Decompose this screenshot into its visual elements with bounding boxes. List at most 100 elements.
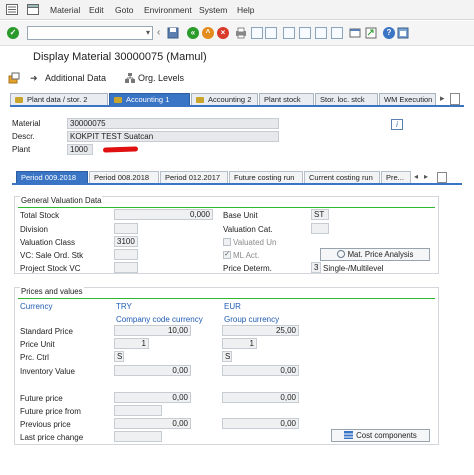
tab-underline	[10, 105, 464, 107]
standard-price-eur-field[interactable]: 25,00	[222, 325, 299, 336]
inventory-value-eur-field[interactable]: 0,00	[222, 365, 299, 376]
print-icon[interactable]	[235, 27, 247, 39]
future-price-from-field[interactable]	[114, 405, 162, 416]
magnifier-icon	[336, 250, 345, 258]
inventory-value-try-field[interactable]: 0,00	[114, 365, 191, 376]
currency-label: Currency	[20, 302, 53, 311]
price-unit-eur-field[interactable]: 1	[222, 338, 257, 349]
info-icon[interactable]: i	[391, 119, 403, 130]
group-currency-label: Group currency	[224, 315, 280, 324]
price-determination-field[interactable]: 3	[311, 262, 321, 273]
ml-act-checkbox[interactable]: ✓	[223, 251, 231, 259]
group-title-line	[18, 207, 435, 208]
plant-field[interactable]: 1000	[67, 144, 93, 155]
future-price-from-label: Future price from	[20, 407, 81, 416]
price-control-try-field[interactable]: S	[114, 351, 124, 362]
company-code-currency-label: Company code currency	[116, 315, 203, 324]
price-determination-text: Single-/Multilevel	[323, 264, 384, 273]
total-stock-field[interactable]: 0,000	[114, 209, 213, 220]
valuated-un-checkbox[interactable]	[223, 238, 231, 246]
price-unit-try-field[interactable]: 1	[114, 338, 149, 349]
arrow-right-icon[interactable]: ➜	[30, 73, 42, 85]
cancel-icon[interactable]: ×	[217, 27, 229, 39]
window-menu-icon[interactable]	[27, 4, 39, 15]
tab-icon	[196, 97, 204, 103]
application-toolbar: ➜ Additional Data Org. Levels	[0, 66, 474, 90]
last-page-icon[interactable]	[331, 27, 343, 39]
last-price-change-label: Last price change	[20, 433, 84, 442]
price-control-label: Prc. Ctrl	[20, 353, 49, 362]
subtab-list-icon[interactable]	[437, 172, 447, 183]
command-field[interactable]: ▾	[27, 26, 153, 40]
price-determination-label: Price Determ.	[223, 264, 272, 273]
price-control-eur-field[interactable]: S	[222, 351, 232, 362]
cost-components-button[interactable]: Cost components	[331, 429, 430, 442]
tab-scroll-right-icon[interactable]: ▸	[440, 93, 445, 104]
tab-list-icon[interactable]	[450, 93, 460, 105]
price-unit-label: Price Unit	[20, 340, 55, 349]
previous-price-try-field[interactable]: 0,00	[114, 418, 191, 429]
last-price-change-field[interactable]	[114, 431, 162, 442]
previous-price-label: Previous price	[20, 420, 71, 429]
division-field[interactable]	[114, 223, 138, 234]
sap-menu-icon[interactable]	[6, 4, 18, 15]
group-title-line	[18, 298, 435, 299]
project-stock-vc-field[interactable]	[114, 262, 138, 273]
menu-help[interactable]: Help	[237, 5, 254, 15]
other-material-icon[interactable]	[8, 72, 20, 84]
vc-sales-order-stock-field[interactable]	[114, 249, 138, 260]
subtab-scroll-right-icon[interactable]: ▸	[424, 172, 428, 181]
redaction-mark	[102, 146, 139, 153]
inventory-value-label: Inventory Value	[20, 367, 75, 376]
general-valuation-group: General Valuation Data	[14, 196, 439, 274]
find-next-icon[interactable]	[265, 27, 277, 39]
menu-goto[interactable]: Goto	[115, 5, 133, 15]
find-icon[interactable]	[251, 27, 263, 39]
valuation-category-field[interactable]	[311, 223, 329, 234]
exit-icon[interactable]: ^	[202, 27, 214, 39]
menu-system[interactable]: System	[199, 5, 227, 15]
previous-price-eur-field[interactable]: 0,00	[222, 418, 299, 429]
future-price-eur-field[interactable]: 0,00	[222, 392, 299, 403]
chevron-down-icon[interactable]: ▾	[146, 28, 150, 37]
description-field[interactable]: KOKPIT TEST Suatcan	[67, 131, 279, 142]
material-field[interactable]: 30000075	[67, 118, 279, 129]
valuation-category-label: Valuation Cat.	[223, 225, 273, 234]
descr-label: Descr.	[12, 132, 35, 141]
menu-environment[interactable]: Environment	[144, 5, 192, 15]
help-icon[interactable]: ?	[383, 27, 395, 39]
vc-sales-order-stock-label: VC: Sale Ord. Stk	[20, 251, 84, 260]
currency-eur: EUR	[224, 302, 241, 311]
previous-page-icon[interactable]	[299, 27, 311, 39]
standard-price-label: Standard Price	[20, 327, 73, 336]
subtab-underline	[12, 183, 462, 185]
material-label: Material	[12, 119, 41, 128]
additional-data-button[interactable]: Additional Data	[45, 73, 106, 83]
tab-icon	[15, 97, 23, 103]
back-icon[interactable]: «	[187, 27, 199, 39]
menu-bar: Material Edit Goto Environment System He…	[0, 0, 474, 20]
enter-check-icon[interactable]: ✓	[7, 27, 19, 39]
future-price-try-field[interactable]: 0,00	[114, 392, 191, 403]
standard-price-try-field[interactable]: 10,00	[114, 325, 191, 336]
new-session-icon[interactable]	[349, 27, 361, 39]
base-unit-label: Base Unit	[223, 211, 258, 220]
menu-material[interactable]: Material	[50, 5, 80, 15]
valuated-un-label: Valuated Un	[233, 238, 277, 247]
valuation-class-field[interactable]: 3100	[114, 236, 138, 247]
menu-edit[interactable]: Edit	[89, 5, 104, 15]
subtab-scroll-left-icon[interactable]: ◂	[414, 172, 418, 181]
base-unit-field[interactable]: ST	[311, 209, 329, 220]
ml-act-label: ML Act.	[233, 251, 260, 260]
mat-price-analysis-button[interactable]: Mat. Price Analysis	[320, 248, 430, 261]
first-page-icon[interactable]	[283, 27, 295, 39]
shortcut-icon[interactable]	[365, 27, 377, 39]
org-levels-button[interactable]: Org. Levels	[138, 73, 184, 83]
plant-label: Plant	[12, 145, 31, 154]
layout-menu-icon[interactable]	[397, 27, 409, 39]
cost-components-icon	[344, 431, 354, 439]
next-page-icon[interactable]	[315, 27, 327, 39]
valuation-class-label: Valuation Class	[20, 238, 75, 247]
org-levels-icon[interactable]	[124, 72, 136, 84]
save-icon[interactable]	[167, 27, 179, 39]
